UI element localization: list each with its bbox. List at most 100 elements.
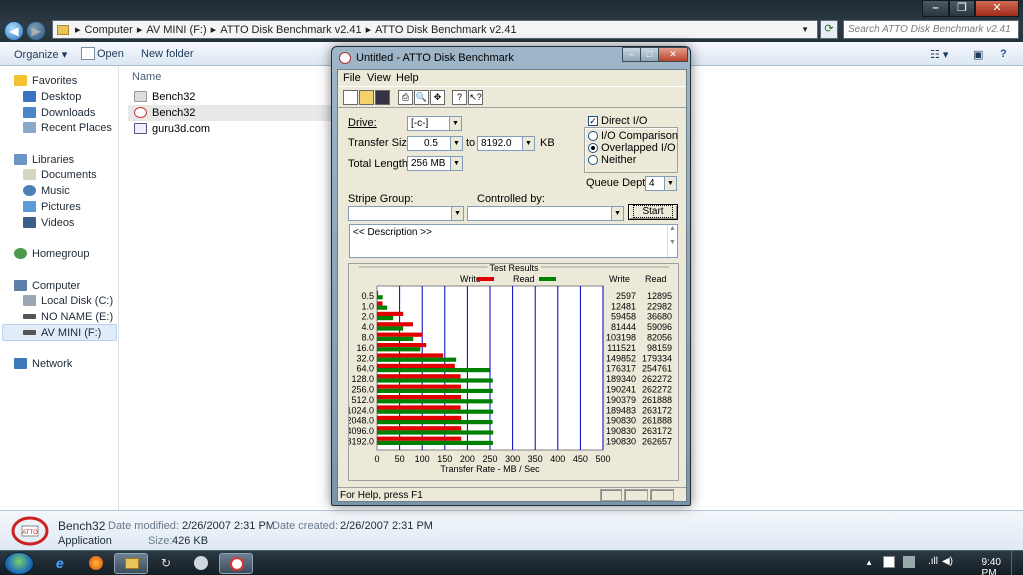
breadcrumb-computer[interactable]: Computer (85, 24, 133, 36)
network-signal-icon[interactable]: .ıll (928, 556, 938, 567)
breadcrumb-folder-2[interactable]: ATTO Disk Benchmark v2.41 (375, 24, 516, 36)
write-value: 189483 (606, 405, 636, 415)
nav-documents[interactable]: Documents (23, 169, 97, 181)
write-value: 176317 (606, 364, 636, 374)
nav-videos[interactable]: Videos (23, 217, 74, 229)
maximize-button[interactable]: ❐ (949, 0, 975, 17)
start-button[interactable] (4, 552, 34, 575)
nav-network[interactable]: Network (14, 358, 72, 370)
stripe-group-select[interactable]: ▼ (348, 206, 464, 221)
new-folder-button[interactable]: New folder (141, 48, 194, 60)
clock[interactable]: 9:40 PM (982, 557, 1001, 575)
x-tick-label: 50 (395, 454, 405, 464)
overlapped-io-label: Overlapped I/O (601, 142, 676, 154)
taskbar-atto-icon[interactable] (219, 553, 253, 574)
breadcrumb-folder-1[interactable]: ATTO Disk Benchmark v2.41 (220, 24, 361, 36)
nav-music[interactable]: Music (23, 185, 70, 197)
nav-homegroup[interactable]: Homegroup (14, 248, 89, 260)
action-center-icon[interactable] (883, 556, 895, 568)
close-button[interactable]: ✕ (975, 0, 1019, 17)
move-icon[interactable]: ✥ (430, 90, 445, 105)
controlled-by-select[interactable]: ▼ (467, 206, 624, 221)
file-name: Bench32 (152, 91, 196, 103)
show-desktop-button[interactable] (1011, 551, 1023, 575)
atto-menu-bar: File View Help (338, 70, 686, 86)
save-icon[interactable] (375, 90, 390, 105)
address-bar[interactable]: ▸ Computer ▸ AV MINI (F:) ▸ ATTO Disk Be… (52, 20, 818, 39)
taskbar-firefox-icon[interactable] (79, 553, 113, 574)
print-preview-icon[interactable]: 🔍 (414, 90, 429, 105)
file-item[interactable]: Bench32 (134, 91, 195, 103)
about-icon[interactable]: ? (452, 90, 467, 105)
transfer-size-to-select[interactable]: 8192.0 ▼ (477, 136, 535, 151)
file-name: Bench32 (152, 107, 196, 119)
context-help-icon[interactable]: ↖? (468, 90, 483, 105)
menu-help[interactable]: Help (396, 72, 419, 84)
print-icon[interactable]: ⎙ (398, 90, 413, 105)
menu-view[interactable]: View (367, 72, 391, 84)
nav-computer[interactable]: Computer (14, 280, 80, 292)
minimize-button[interactable]: – (922, 0, 949, 17)
volume-icon[interactable]: ◀) (942, 556, 953, 567)
start-button[interactable]: Start (628, 204, 678, 220)
downloads-icon (23, 107, 36, 118)
overlapped-io-radio[interactable] (588, 143, 598, 153)
address-dropdown-icon[interactable]: ▼ (801, 25, 809, 34)
device-icon[interactable] (903, 556, 915, 568)
column-header-name[interactable]: Name (132, 71, 161, 83)
nav-local-disk[interactable]: Local Disk (C:) (23, 295, 113, 307)
write-value: 111521 (607, 343, 636, 353)
file-name: guru3d.com (152, 123, 211, 135)
atto-minimize-button[interactable]: – (622, 47, 641, 62)
search-input[interactable]: Search ATTO Disk Benchmark v2.41 (843, 20, 1019, 39)
transfer-size-from-select[interactable]: 0.5 ▼ (407, 136, 463, 151)
chart-x-tick-labels: 0 50 100 150 200 250 300 350 400 450 500 (374, 454, 610, 464)
drive-select[interactable]: [-c-] ▼ (407, 116, 462, 131)
back-button[interactable]: ◀ (4, 21, 24, 41)
nav-favorites[interactable]: Favorites (14, 75, 77, 87)
open-button[interactable]: Open (97, 48, 124, 60)
taskbar-ie-icon[interactable]: e (44, 553, 78, 574)
description-scrollbar[interactable]: ▲ ▼ (667, 225, 677, 257)
new-file-icon[interactable] (343, 90, 358, 105)
x-tick-label: 150 (437, 454, 452, 464)
category-label: 256.0 (351, 385, 374, 395)
breadcrumb-drive[interactable]: AV MINI (F:) (146, 24, 206, 36)
nav-recent-places[interactable]: Recent Places (23, 122, 112, 134)
taskbar-steam-icon[interactable] (184, 553, 218, 574)
file-item[interactable]: guru3d.com (134, 123, 210, 135)
nav-desktop[interactable]: Desktop (23, 91, 81, 103)
menu-file[interactable]: File (343, 72, 361, 84)
description-textarea[interactable]: << Description >> ▲ ▼ (349, 224, 678, 258)
help-icon[interactable]: ? (1000, 48, 1007, 60)
atto-titlebar[interactable]: Untitled - ATTO Disk Benchmark – □ ✕ (332, 47, 690, 69)
taskbar-app-icon[interactable]: ↻ (149, 553, 183, 574)
views-button[interactable]: ☷ ▾ (930, 48, 948, 61)
details-modified-value: 2/26/2007 2:31 PM (182, 520, 275, 532)
taskbar-explorer-icon[interactable] (114, 553, 148, 574)
total-length-select[interactable]: 256 MB ▼ (407, 156, 463, 171)
category-label: 1024.0 (349, 405, 374, 415)
preview-pane-icon[interactable]: ▣ (973, 48, 983, 61)
refresh-button[interactable]: ⟳ (820, 20, 838, 39)
atto-close-button[interactable]: ✕ (658, 47, 688, 62)
chart-category-labels: 0.51.02.04.08.016.032.064.0128.0256.0512… (346, 291, 374, 447)
nav-pictures[interactable]: Pictures (23, 201, 81, 213)
nav-downloads[interactable]: Downloads (23, 107, 95, 119)
direct-io-checkbox[interactable]: ✓ (588, 116, 598, 126)
neither-radio[interactable] (588, 155, 598, 165)
forward-button[interactable]: ▶ (26, 21, 46, 41)
nav-av-mini-drive[interactable]: AV MINI (F:) (23, 327, 101, 339)
nav-no-name-drive[interactable]: NO NAME (E:) (23, 311, 113, 323)
io-comparison-radio[interactable] (588, 131, 598, 141)
organize-button[interactable]: Organize ▾ (14, 48, 67, 61)
read-bar (377, 378, 493, 383)
queue-depth-select[interactable]: 4 ▼ (645, 176, 677, 191)
atto-app-icon (134, 107, 147, 118)
open-file-icon[interactable] (359, 90, 374, 105)
atto-maximize-button[interactable]: □ (640, 47, 659, 62)
show-hidden-icons[interactable]: ▲ (865, 558, 873, 567)
file-item[interactable]: Bench32 (134, 107, 195, 119)
write-bar (377, 363, 455, 368)
nav-libraries[interactable]: Libraries (14, 154, 74, 166)
